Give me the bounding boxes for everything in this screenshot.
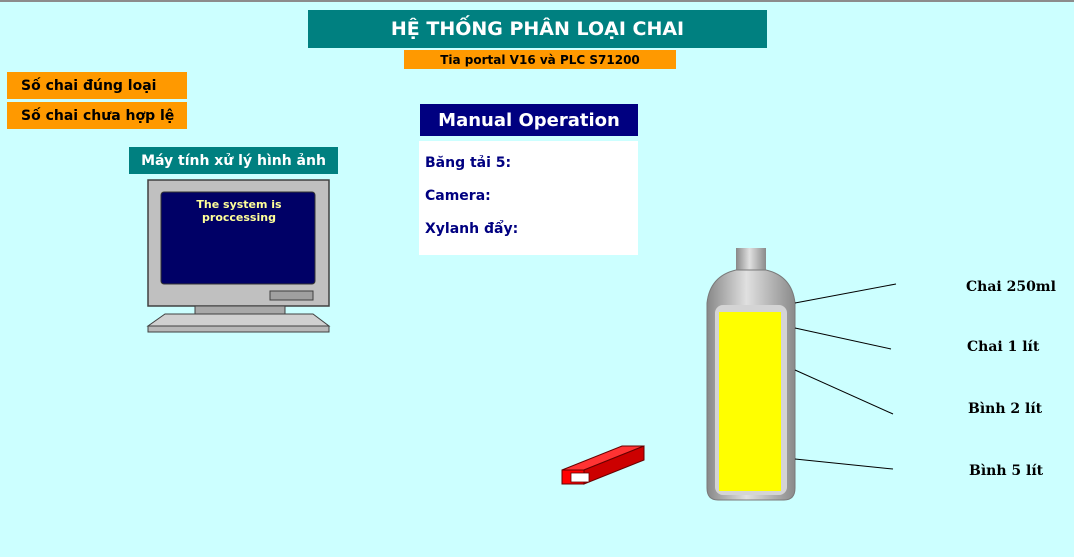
label-2-liter: Bình 2 lít [968,401,1043,417]
manual-operation-panel: Băng tải 5: Camera: Xylanh đẩy: [419,141,638,255]
image-processing-pc-label: Máy tính xử lý hình ảnh [129,147,338,174]
invalid-bottles-button[interactable]: Số chai chưa hợp lệ [7,102,187,129]
conveyor-5-label: Băng tải 5: [425,155,512,171]
page-title: HỆ THỐNG PHÂN LOẠI CHAI [308,10,767,48]
monitor-status-text: The system is proccessing [196,198,282,224]
top-border [0,0,1074,2]
label-1-liter: Chai 1 lít [967,339,1040,355]
liquid-level [719,312,781,491]
camera-label: Camera: [425,188,491,204]
red-box-sensor-icon [561,445,645,485]
label-5-liter: Bình 5 lít [969,463,1044,479]
page-subtitle: Tia portal V16 và PLC S71200 [404,50,676,69]
bottle-level-graphic [706,248,897,501]
manual-operation-title: Manual Operation [420,104,638,136]
push-cylinder-label: Xylanh đẩy: [425,221,519,237]
correct-bottles-button[interactable]: Số chai đúng loại [7,72,187,99]
label-250ml: Chai 250ml [966,279,1056,295]
